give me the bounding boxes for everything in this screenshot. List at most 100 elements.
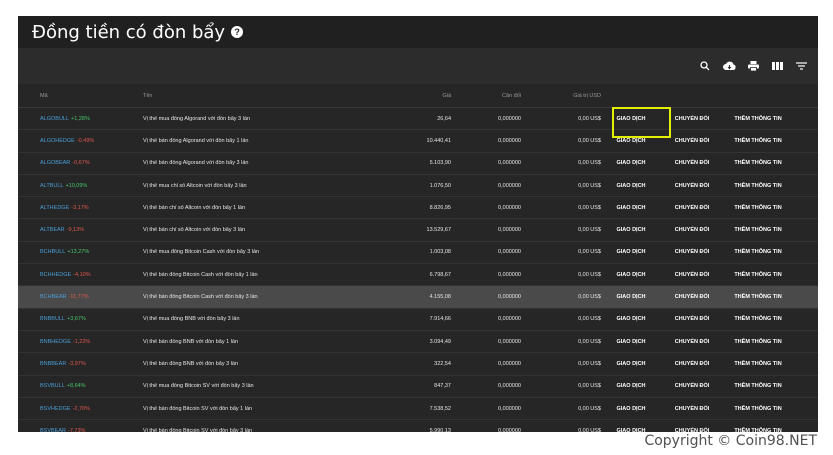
trade-button[interactable]: GIAO DỊCH	[601, 272, 661, 278]
token-symbol[interactable]: BNBBULL	[40, 316, 65, 322]
convert-button[interactable]: CHUYỂN ĐỔI	[661, 361, 723, 367]
token-symbol[interactable]: BSVHEDGE	[40, 406, 71, 412]
token-code-cell[interactable]: BSVHEDGE -2,70%	[18, 406, 121, 412]
column-header-price[interactable]: Giá	[351, 93, 451, 99]
trade-button[interactable]: GIAO DỊCH	[601, 138, 661, 144]
more-info-button[interactable]: THÊM THÔNG TIN	[723, 361, 793, 367]
more-info-button[interactable]: THÊM THÔNG TIN	[723, 272, 793, 278]
token-symbol[interactable]: ALGOBEAR	[40, 160, 70, 166]
token-symbol[interactable]: ALTBULL	[40, 183, 63, 189]
token-symbol[interactable]: BCHBULL	[40, 249, 65, 255]
token-symbol[interactable]: BNBHEDGE	[40, 339, 71, 345]
token-code-cell[interactable]: ALTBEAR -9,13%	[18, 227, 121, 233]
table-row[interactable]: BCHHEDGE -4,10% Vị thế bán đồng Bitcoin Ca…	[18, 264, 818, 287]
table-row[interactable]: BCHBULL +13,27% Vị thế mua đồng Bitcoin Ca…	[18, 242, 818, 265]
trade-button[interactable]: GIAO DỊCH	[601, 160, 661, 166]
token-code-cell[interactable]: BSVBULL +8,64%	[18, 383, 121, 389]
more-info-button[interactable]: THÊM THÔNG TIN	[723, 428, 793, 432]
convert-button[interactable]: CHUYỂN ĐỔI	[661, 183, 723, 189]
convert-button[interactable]: CHUYỂN ĐỔI	[661, 160, 723, 166]
trade-button[interactable]: GIAO DỊCH	[601, 361, 661, 367]
token-symbol[interactable]: BNBBEAR	[40, 361, 66, 367]
token-symbol[interactable]: ALGOHEDGE	[40, 138, 75, 144]
more-info-button[interactable]: THÊM THÔNG TIN	[723, 205, 793, 211]
trade-button[interactable]: GIAO DỊCH	[601, 205, 661, 211]
convert-button[interactable]: CHUYỂN ĐỔI	[661, 227, 723, 233]
table-row[interactable]: BSVBEAR -7,73% Vị thế bán đồng Bitcoin SV …	[18, 420, 818, 432]
more-info-button[interactable]: THÊM THÔNG TIN	[723, 227, 793, 233]
trade-button[interactable]: GIAO DỊCH	[601, 428, 661, 432]
token-code-cell[interactable]: BNBBULL +3,67%	[18, 316, 121, 322]
table-row[interactable]: BNBBEAR -3,97% Vị thế bán đồng BNB với đòn…	[18, 353, 818, 376]
trade-button[interactable]: GIAO DỊCH	[601, 316, 661, 322]
table-row[interactable]: BSVHEDGE -2,70% Vị thế bán đồng Bitcoin SV…	[18, 398, 818, 421]
table-row[interactable]: BCHBEAR -11,77% Vị thế bán đồng Bitcoin Ca…	[18, 286, 818, 309]
more-info-button[interactable]: THÊM THÔNG TIN	[723, 406, 793, 412]
trade-button[interactable]: GIAO DỊCH	[601, 183, 661, 189]
table-row[interactable]: BSVBULL +8,64% Vị thế mua đồng Bitcoin SV …	[18, 376, 818, 398]
column-header-balance[interactable]: Cân đối	[451, 93, 521, 99]
token-code-cell[interactable]: ALGOBEAR -0,67%	[18, 160, 121, 166]
cloud-download-icon[interactable]	[722, 59, 736, 73]
trade-button[interactable]: GIAO DỊCH	[601, 383, 661, 389]
trade-button[interactable]: GIAO DỊCH	[601, 294, 661, 300]
more-info-button[interactable]: THÊM THÔNG TIN	[723, 383, 793, 389]
token-symbol[interactable]: BCHBEAR	[40, 294, 67, 300]
trade-button[interactable]: GIAO DỊCH	[601, 116, 661, 122]
convert-button[interactable]: CHUYỂN ĐỔI	[661, 294, 723, 300]
token-code-cell[interactable]: ALGOHEDGE -0,49%	[18, 138, 121, 144]
token-symbol[interactable]: BCHHEDGE	[40, 272, 71, 278]
table-row[interactable]: ALGOBEAR -0,67% Vị thế bán đồng Algorand v…	[18, 153, 818, 175]
token-code-cell[interactable]: BNBBEAR -3,97%	[18, 361, 121, 367]
token-code-cell[interactable]: BNBHEDGE -1,22%	[18, 339, 121, 345]
table-row[interactable]: ALGOHEDGE -0,49% Vị thế bán đồng Algorand …	[18, 130, 818, 153]
trade-button[interactable]: GIAO DỊCH	[601, 249, 661, 255]
token-code-cell[interactable]: BSVBEAR -7,73%	[18, 428, 121, 432]
convert-button[interactable]: CHUYỂN ĐỔI	[661, 205, 723, 211]
token-symbol[interactable]: BSVBEAR	[40, 428, 66, 432]
search-icon[interactable]	[698, 59, 712, 73]
column-header-code[interactable]: Mã	[18, 93, 121, 99]
token-code-cell[interactable]: BCHBEAR -11,77%	[18, 294, 121, 300]
token-code-cell[interactable]: ALGOBULL +1,28%	[18, 116, 121, 122]
table-row[interactable]: BNBBULL +3,67% Vị thế mua đồng BNB với đòn…	[18, 309, 818, 331]
convert-button[interactable]: CHUYỂN ĐỔI	[661, 272, 723, 278]
token-code-cell[interactable]: BCHBULL +13,27%	[18, 249, 121, 255]
table-row[interactable]: ALTBEAR -9,13% Vị thế bán chỉ số Altcoin v…	[18, 219, 818, 242]
table-row[interactable]: BNBHEDGE -1,22% Vị thế bán đồng BNB với đò…	[18, 331, 818, 354]
token-code-cell[interactable]: BCHHEDGE -4,10%	[18, 272, 121, 278]
trade-button[interactable]: GIAO DỊCH	[601, 339, 661, 345]
table-row[interactable]: ALGOBULL +1,28% Vị thế mua đồng Algorand v…	[18, 108, 818, 131]
more-info-button[interactable]: THÊM THÔNG TIN	[723, 183, 793, 189]
more-info-button[interactable]: THÊM THÔNG TIN	[723, 294, 793, 300]
convert-button[interactable]: CHUYỂN ĐỔI	[661, 138, 723, 144]
print-icon[interactable]	[746, 59, 760, 73]
more-info-button[interactable]: THÊM THÔNG TIN	[723, 249, 793, 255]
token-symbol[interactable]: ALTBEAR	[40, 227, 65, 233]
table-row[interactable]: ALTHEDGE -3,17% Vị thế bán chỉ số Altcoin …	[18, 197, 818, 220]
more-info-button[interactable]: THÊM THÔNG TIN	[723, 116, 793, 122]
token-code-cell[interactable]: ALTHEDGE -3,17%	[18, 205, 121, 211]
convert-button[interactable]: CHUYỂN ĐỔI	[661, 406, 723, 412]
token-symbol[interactable]: ALGOBULL	[40, 116, 69, 122]
column-header-name[interactable]: Tên	[121, 93, 351, 99]
columns-icon[interactable]	[770, 59, 784, 73]
convert-button[interactable]: CHUYỂN ĐỔI	[661, 339, 723, 345]
convert-button[interactable]: CHUYỂN ĐỔI	[661, 383, 723, 389]
more-info-button[interactable]: THÊM THÔNG TIN	[723, 316, 793, 322]
filter-icon[interactable]	[794, 59, 808, 73]
token-symbol[interactable]: BSVBULL	[40, 383, 65, 389]
trade-button[interactable]: GIAO DỊCH	[601, 406, 661, 412]
convert-button[interactable]: CHUYỂN ĐỔI	[661, 249, 723, 255]
more-info-button[interactable]: THÊM THÔNG TIN	[723, 339, 793, 345]
column-header-usd-value[interactable]: Giá trị USD	[521, 93, 601, 99]
token-code-cell[interactable]: ALTBULL +10,09%	[18, 183, 121, 189]
table-row[interactable]: ALTBULL +10,09% Vị thế mua chỉ số Altcoin …	[18, 175, 818, 198]
convert-button[interactable]: CHUYỂN ĐỔI	[661, 428, 723, 432]
more-info-button[interactable]: THÊM THÔNG TIN	[723, 138, 793, 144]
token-symbol[interactable]: ALTHEDGE	[40, 205, 69, 211]
more-info-button[interactable]: THÊM THÔNG TIN	[723, 160, 793, 166]
convert-button[interactable]: CHUYỂN ĐỔI	[661, 316, 723, 322]
trade-button[interactable]: GIAO DỊCH	[601, 227, 661, 233]
help-icon[interactable]: ?	[231, 26, 244, 38]
